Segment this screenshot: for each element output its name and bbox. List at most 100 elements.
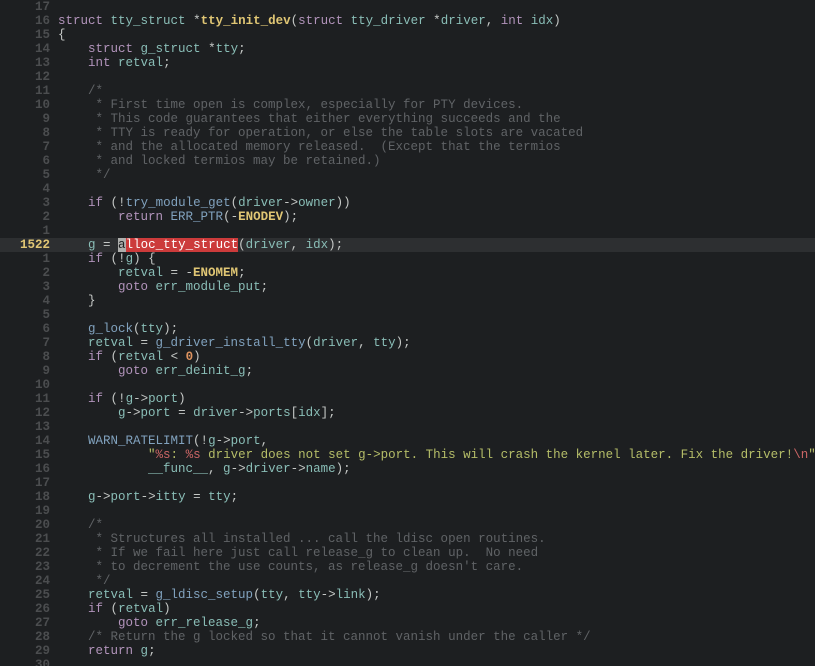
line-number: 12 — [0, 406, 58, 420]
line-number: 30 — [0, 658, 58, 666]
code-content: __func__, g->driver->name); — [58, 462, 815, 476]
line-number: 8 — [0, 126, 58, 140]
code-line: 4 } — [0, 294, 815, 308]
code-editor[interactable]: 17 16struct tty_struct *tty_init_dev(str… — [0, 0, 815, 666]
code-content: return g; — [58, 644, 815, 658]
code-content: */ — [58, 574, 815, 588]
code-content: struct g_struct *tty; — [58, 42, 815, 56]
line-number: 2 — [0, 210, 58, 224]
code-content — [58, 504, 815, 518]
code-line: 8 * TTY is ready for operation, or else … — [0, 126, 815, 140]
line-number: 5 — [0, 168, 58, 182]
code-line: 20 /* — [0, 518, 815, 532]
line-number: 15 — [0, 448, 58, 462]
code-content: retval = -ENOMEM; — [58, 266, 815, 280]
line-number: 25 — [0, 588, 58, 602]
code-line: 29 return g; — [0, 644, 815, 658]
code-content: g->port = driver->ports[idx]; — [58, 406, 815, 420]
line-number: 4 — [0, 294, 58, 308]
code-line: 17 — [0, 476, 815, 490]
code-content: goto err_module_put; — [58, 280, 815, 294]
code-content: goto err_release_g; — [58, 616, 815, 630]
line-number: 3 — [0, 196, 58, 210]
code-line: 11 if (!g->port) — [0, 392, 815, 406]
code-line: 12 — [0, 70, 815, 84]
code-content: * Structures all installed ... call the … — [58, 532, 815, 546]
code-line: 18 g->port->itty = tty; — [0, 490, 815, 504]
code-content: * to decrement the use counts, as releas… — [58, 560, 815, 574]
line-number: 13 — [0, 420, 58, 434]
code-content: if (!g) { — [58, 252, 815, 266]
code-line: 17 — [0, 0, 815, 14]
code-line: 14 WARN_RATELIMIT(!g->port, — [0, 434, 815, 448]
code-content: /* — [58, 84, 815, 98]
line-number: 16 — [0, 14, 58, 28]
code-content: } — [58, 294, 815, 308]
code-content — [58, 476, 815, 490]
line-number: 2 — [0, 266, 58, 280]
cursor: a — [118, 238, 126, 252]
code-line: 16struct tty_struct *tty_init_dev(struct… — [0, 14, 815, 28]
line-number: 15 — [0, 28, 58, 42]
code-line: 16 __func__, g->driver->name); — [0, 462, 815, 476]
line-number: 24 — [0, 574, 58, 588]
code-line: 24 */ — [0, 574, 815, 588]
code-content — [58, 224, 815, 238]
line-number: 28 — [0, 630, 58, 644]
line-number: 13 — [0, 56, 58, 70]
code-line: 6 * and locked termios may be retained.) — [0, 154, 815, 168]
code-content — [58, 182, 815, 196]
line-number: 14 — [0, 42, 58, 56]
line-number: 10 — [0, 378, 58, 392]
line-number: 18 — [0, 490, 58, 504]
code-line: 9 goto err_deinit_g; — [0, 364, 815, 378]
code-content: if (!try_module_get(driver->owner)) — [58, 196, 815, 210]
line-number: 1 — [0, 252, 58, 266]
code-line: 10 * First time open is complex, especia… — [0, 98, 815, 112]
code-content: /* — [58, 518, 815, 532]
code-line: 22 * If we fail here just call release_g… — [0, 546, 815, 560]
code-line: 3 if (!try_module_get(driver->owner)) — [0, 196, 815, 210]
code-line: 30 — [0, 658, 815, 666]
code-line: 7 retval = g_driver_install_tty(driver, … — [0, 336, 815, 350]
code-content: retval = g_driver_install_tty(driver, tt… — [58, 336, 815, 350]
code-line: 15{ — [0, 28, 815, 42]
code-content: * This code guarantees that either every… — [58, 112, 815, 126]
code-line: 27 goto err_release_g; — [0, 616, 815, 630]
code-content: * and the allocated memory released. (Ex… — [58, 140, 815, 154]
code-line: 13 int retval; — [0, 56, 815, 70]
code-line: 1 — [0, 224, 815, 238]
line-number: 20 — [0, 518, 58, 532]
code-line-cursor: 1522 g = alloc_tty_struct(driver, idx); — [0, 238, 815, 252]
code-line: 13 — [0, 420, 815, 434]
line-number: 5 — [0, 308, 58, 322]
code-line: 1 if (!g) { — [0, 252, 815, 266]
code-line: 2 retval = -ENOMEM; — [0, 266, 815, 280]
code-content: int retval; — [58, 56, 815, 70]
line-number: 12 — [0, 70, 58, 84]
line-number: 17 — [0, 0, 58, 14]
code-line: 23 * to decrement the use counts, as rel… — [0, 560, 815, 574]
line-number: 9 — [0, 364, 58, 378]
code-line: 10 — [0, 378, 815, 392]
code-line: 25 retval = g_ldisc_setup(tty, tty->link… — [0, 588, 815, 602]
line-number-current: 1522 — [0, 238, 58, 252]
code-content: retval = g_ldisc_setup(tty, tty->link); — [58, 588, 815, 602]
line-number: 29 — [0, 644, 58, 658]
code-line: 6 g_lock(tty); — [0, 322, 815, 336]
code-line: 9 * This code guarantees that either eve… — [0, 112, 815, 126]
line-number: 22 — [0, 546, 58, 560]
code-line: 14 struct g_struct *tty; — [0, 42, 815, 56]
code-content: struct tty_struct *tty_init_dev(struct t… — [58, 14, 815, 28]
line-number: 7 — [0, 140, 58, 154]
code-content: if (retval < 0) — [58, 350, 815, 364]
code-content: * and locked termios may be retained.) — [58, 154, 815, 168]
line-number: 9 — [0, 112, 58, 126]
code-content: /* Return the g locked so that it cannot… — [58, 630, 815, 644]
code-content: goto err_deinit_g; — [58, 364, 815, 378]
line-number: 23 — [0, 560, 58, 574]
code-content — [58, 308, 815, 322]
code-content: "%s: %s driver does not set g->port. Thi… — [58, 448, 815, 462]
code-line: 8 if (retval < 0) — [0, 350, 815, 364]
line-number: 10 — [0, 98, 58, 112]
